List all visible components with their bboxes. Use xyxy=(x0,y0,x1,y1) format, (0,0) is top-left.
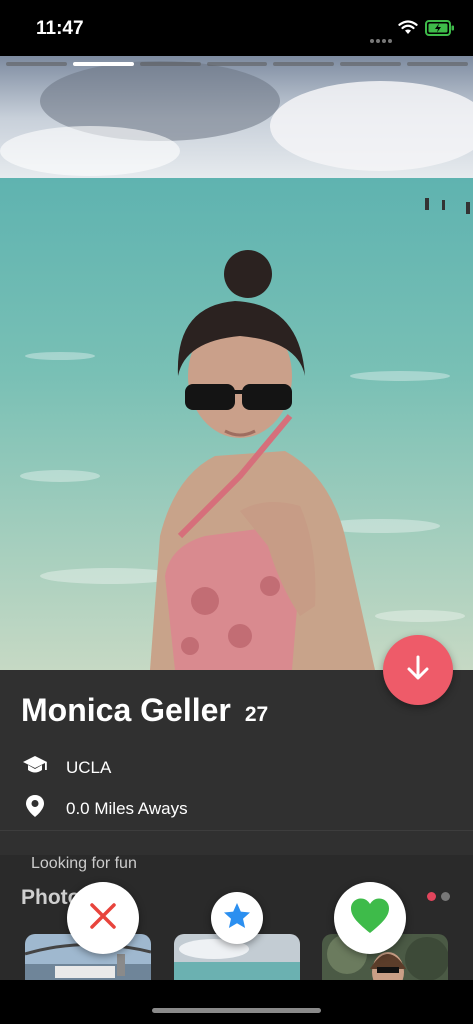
school-label: UCLA xyxy=(66,757,112,777)
divider xyxy=(0,830,473,831)
status-bar: 11:47 xyxy=(0,0,473,56)
status-time: 11:47 xyxy=(36,18,84,39)
close-x-icon xyxy=(87,900,119,937)
progress-segment xyxy=(407,62,469,66)
profile-age: 27 xyxy=(244,703,269,726)
collapse-details-button[interactable] xyxy=(383,635,453,705)
distance-row: 0.0 Miles Aways xyxy=(22,794,188,823)
heart-icon xyxy=(349,897,391,940)
distance-label: 0.0 Miles Aways xyxy=(66,798,188,818)
cellular-signal-icon xyxy=(370,30,394,48)
progress-segment xyxy=(340,62,402,66)
page-dot xyxy=(441,892,450,901)
arrow-down-icon xyxy=(403,653,433,688)
profile-photo[interactable] xyxy=(0,56,473,670)
page-dot-active xyxy=(427,892,436,901)
school-row: UCLA xyxy=(22,754,111,781)
progress-segment-active xyxy=(72,62,134,66)
location-pin-icon xyxy=(25,794,45,823)
home-indicator-area xyxy=(0,980,473,1024)
graduation-cap-icon xyxy=(22,754,48,781)
progress-segment xyxy=(206,62,268,66)
progress-segment xyxy=(273,62,335,66)
profile-name: Monica Geller xyxy=(21,692,231,728)
battery-icon xyxy=(425,20,455,41)
dislike-button[interactable] xyxy=(67,882,139,954)
superlike-button[interactable] xyxy=(211,892,263,944)
progress-segment xyxy=(139,62,201,66)
wifi-icon xyxy=(398,20,418,40)
photo-progress-indicator xyxy=(6,62,469,66)
name-row: Monica Geller 27 xyxy=(21,692,268,729)
bio-text: Looking for fun xyxy=(31,855,137,872)
home-indicator[interactable] xyxy=(152,1008,321,1013)
progress-segment xyxy=(6,62,67,66)
photos-page-dots xyxy=(427,892,450,901)
like-button[interactable] xyxy=(334,882,406,954)
star-icon xyxy=(222,901,252,936)
